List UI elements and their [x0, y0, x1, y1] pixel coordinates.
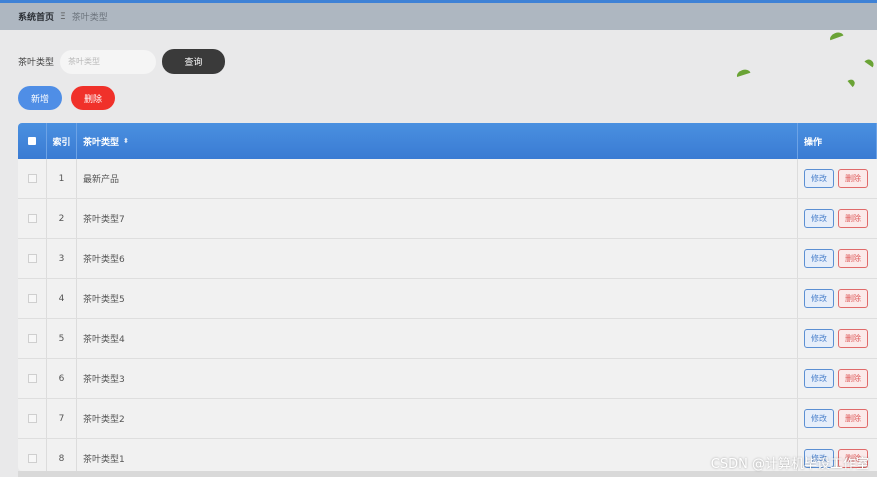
- row-index: 6: [47, 359, 77, 398]
- edit-button[interactable]: 修改: [804, 289, 834, 308]
- row-actions: 修改 删除: [798, 199, 877, 238]
- row-delete-button[interactable]: 删除: [838, 249, 868, 268]
- edit-button[interactable]: 修改: [804, 249, 834, 268]
- header-index: 索引: [47, 123, 77, 159]
- edit-button[interactable]: 修改: [804, 209, 834, 228]
- row-delete-button[interactable]: 删除: [838, 169, 868, 188]
- row-index: 8: [47, 439, 77, 471]
- row-checkbox[interactable]: [27, 334, 37, 343]
- row-checkbox[interactable]: [27, 254, 37, 263]
- leaf-icon: [735, 67, 751, 78]
- row-actions: 修改 删除: [798, 279, 877, 318]
- table-row: 5 茶叶类型4 修改 删除: [18, 319, 877, 359]
- row-delete-button[interactable]: 删除: [838, 329, 868, 348]
- row-checkbox[interactable]: [27, 374, 37, 383]
- row-tea-type: 茶叶类型7: [77, 199, 798, 238]
- edit-button[interactable]: 修改: [804, 369, 834, 388]
- table-row: 2 茶叶类型7 修改 删除: [18, 199, 877, 239]
- header-tea-type[interactable]: 茶叶类型 ⬍: [77, 123, 798, 159]
- table-row: 3 茶叶类型6 修改 删除: [18, 239, 877, 279]
- table-header: 索引 茶叶类型 ⬍ 操作: [18, 123, 877, 159]
- row-delete-button[interactable]: 删除: [838, 369, 868, 388]
- search-bar: 茶叶类型 查询: [18, 49, 226, 74]
- leaf-icon: [847, 77, 857, 88]
- select-all-checkbox[interactable]: [28, 137, 36, 145]
- row-tea-type: 茶叶类型3: [77, 359, 798, 398]
- row-index: 7: [47, 399, 77, 438]
- row-tea-type: 茶叶类型1: [77, 439, 798, 471]
- header-checkbox-cell: [18, 123, 47, 159]
- edit-button[interactable]: 修改: [804, 169, 834, 188]
- leaf-icon: [828, 30, 844, 41]
- row-index: 2: [47, 199, 77, 238]
- search-input[interactable]: [60, 49, 157, 74]
- row-delete-button[interactable]: 删除: [838, 409, 868, 428]
- row-tea-type: 茶叶类型2: [77, 399, 798, 438]
- leaf-icon: [864, 57, 876, 68]
- batch-delete-button[interactable]: 删除: [71, 86, 115, 110]
- row-actions: 修改 删除: [798, 359, 877, 398]
- row-index: 1: [47, 159, 77, 198]
- row-delete-button[interactable]: 删除: [838, 209, 868, 228]
- search-label: 茶叶类型: [18, 58, 55, 68]
- sort-icon[interactable]: ⬍: [123, 137, 129, 145]
- row-tea-type: 最新产品: [77, 159, 798, 198]
- table-body: 1 最新产品 修改 删除 2 茶叶类型7 修改 删除 3 茶叶类型6 修改 删除 4 茶叶类型5 修改 删除 5…: [18, 159, 877, 471]
- table-row: 1 最新产品 修改 删除: [18, 159, 877, 199]
- row-index: 4: [47, 279, 77, 318]
- row-checkbox-cell: [18, 199, 47, 238]
- watermark-text: CSDN @计算机毕设工作室: [710, 457, 869, 472]
- table-row: 4 茶叶类型5 修改 删除: [18, 279, 877, 319]
- row-checkbox[interactable]: [27, 214, 37, 223]
- add-button[interactable]: 新增: [18, 86, 62, 110]
- row-checkbox[interactable]: [27, 294, 37, 303]
- edit-button[interactable]: 修改: [804, 329, 834, 348]
- edit-button[interactable]: 修改: [804, 409, 834, 428]
- action-buttons: 新增 删除: [18, 86, 115, 110]
- row-tea-type: 茶叶类型4: [77, 319, 798, 358]
- row-tea-type: 茶叶类型5: [77, 279, 798, 318]
- row-index: 5: [47, 319, 77, 358]
- row-checkbox-cell: [18, 159, 47, 198]
- breadcrumb-current: 茶叶类型: [71, 13, 108, 23]
- table-row: 6 茶叶类型3 修改 删除: [18, 359, 877, 399]
- breadcrumb-home[interactable]: 系统首页: [18, 10, 54, 23]
- row-checkbox-cell: [18, 399, 47, 438]
- row-checkbox[interactable]: [27, 414, 37, 423]
- row-delete-button[interactable]: 删除: [838, 289, 868, 308]
- row-checkbox-cell: [18, 239, 47, 278]
- query-button[interactable]: 查询: [162, 49, 226, 74]
- breadcrumb-separator-icon: Ξ: [60, 11, 66, 22]
- row-index: 3: [47, 239, 77, 278]
- row-tea-type: 茶叶类型6: [77, 239, 798, 278]
- row-actions: 修改 删除: [798, 319, 877, 358]
- row-checkbox[interactable]: [27, 454, 37, 463]
- row-actions: 修改 删除: [798, 159, 877, 198]
- row-checkbox-cell: [18, 359, 47, 398]
- row-checkbox-cell: [18, 319, 47, 358]
- breadcrumb: 系统首页 Ξ 茶叶类型: [0, 3, 877, 30]
- header-tea-type-label: 茶叶类型: [83, 137, 120, 148]
- row-actions: 修改 删除: [798, 399, 877, 438]
- row-checkbox-cell: [18, 439, 47, 471]
- row-checkbox-cell: [18, 279, 47, 318]
- row-checkbox[interactable]: [27, 174, 37, 183]
- row-actions: 修改 删除: [798, 239, 877, 278]
- tea-type-table: 索引 茶叶类型 ⬍ 操作 1 最新产品 修改 删除 2 茶叶类型7 修改 删除 3 茶叶类型6 修改…: [18, 123, 877, 471]
- header-ops: 操作: [798, 123, 877, 159]
- table-row: 7 茶叶类型2 修改 删除: [18, 399, 877, 439]
